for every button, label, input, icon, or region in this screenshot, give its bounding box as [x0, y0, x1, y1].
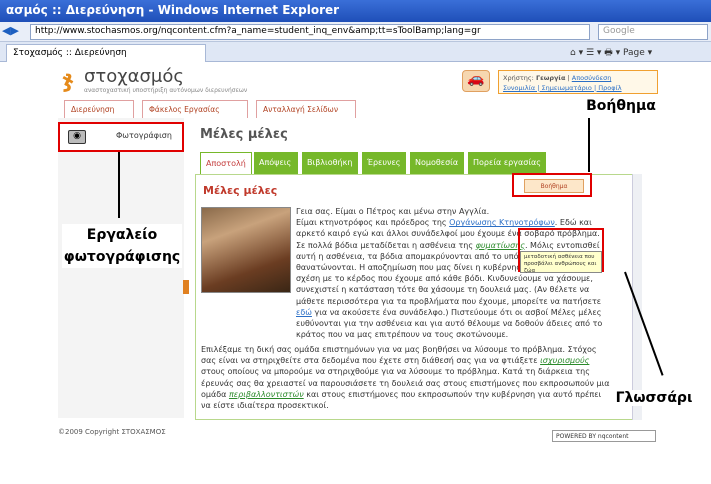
window-title: ασμός :: Διερεύνηση - Windows Internet E… — [6, 3, 340, 17]
powered-by-badge[interactable]: POWERED BY nqcontent — [552, 430, 656, 442]
logo-subtitle: αναστοχαστική υποστήριξη αυτόνομων διερε… — [84, 87, 248, 94]
footer-copyright: ©2009 Copyright ΣΤΟΧΑΣΜΟΣ — [58, 428, 166, 436]
annotation-photo: Εργαλείο φωτογράφισης — [62, 224, 182, 268]
section-title: Μέλες μέλες — [203, 184, 278, 197]
tab-bar: Στοχασμός :: Διερεύνηση ⌂ ▾ ☰ ▾ 🖶 ▾ Page… — [0, 42, 711, 62]
logo-mark-icon: ჯ — [62, 68, 74, 93]
tab-fakelos[interactable]: Φάκελος Εργασίας — [142, 100, 248, 118]
logo-text: στοχασμός — [84, 66, 184, 87]
content-tabs: Αποστολή Απόψεις Βιβλιοθήκη Έρευνες Νομο… — [198, 152, 558, 174]
tab-nomothesia[interactable]: Νομοθεσία — [410, 152, 466, 174]
user-links[interactable]: Συνομιλία | Σημειωματάριο | Προφίλ — [503, 84, 622, 92]
tab-label: Έρευνες — [367, 158, 401, 167]
text: Επιλέξαμε τη δική σας ομάδα επιστημόνων … — [201, 345, 597, 366]
tab-apopseis[interactable]: Απόψεις — [254, 152, 300, 174]
farmer-photo — [201, 207, 291, 293]
top-tabs: Διερεύνηση Φάκελος Εργασίας Ανταλλαγή Σε… — [58, 100, 358, 118]
tab-vivliothiki[interactable]: Βιβλιοθήκη — [302, 152, 360, 174]
tab-label: Φάκελος Εργασίας — [149, 105, 220, 114]
url-field[interactable]: http://www.stochasmos.org/nqcontent.cfm?… — [30, 24, 590, 40]
tab-label: Απόψεις — [259, 158, 292, 167]
search-input[interactable]: Google — [598, 24, 708, 40]
help-button[interactable]: Βοήθημα — [524, 179, 584, 193]
glossary-term[interactable]: περιβαλλοντιστών — [229, 390, 304, 399]
browser-tab[interactable]: Στοχασμός :: Διερεύνηση — [6, 44, 206, 62]
address-bar: ◀▶ http://www.stochasmos.org/nqcontent.c… — [0, 22, 711, 42]
annotation-help: Βοήθημα — [586, 98, 656, 114]
text: Είμαι κτηνοτρόφος και πρόεδρος της — [296, 218, 450, 228]
annotation-photo-line1: Εργαλείο — [86, 227, 158, 243]
user-label: Χρήστης: — [503, 74, 534, 82]
annotation-arrow — [118, 152, 120, 218]
tab-label: Αποστολή — [206, 159, 246, 168]
tab-poreia[interactable]: Πορεία εργασίας — [468, 152, 548, 174]
tab-antallagi[interactable]: Ανταλλαγή Σελίδων — [256, 100, 356, 118]
page-title: Μέλες μέλες — [200, 127, 288, 142]
page-menu[interactable]: Page — [623, 48, 645, 58]
text: για να ακούσετε ένα συνάδελφο.) Πιστεύου… — [296, 307, 603, 340]
command-bar[interactable]: ⌂ ▾ ☰ ▾ 🖶 ▾ Page ▾ — [570, 45, 710, 61]
logout-link[interactable]: Αποσύνδεση — [572, 74, 612, 82]
glossary-tooltip: μεταδοτική ασθένεια που προσβάλει ανθρώπ… — [520, 251, 602, 274]
org-link[interactable]: Οργάνωσης Κτηνοτρόφων — [449, 218, 555, 227]
annotation-arrow — [588, 118, 590, 172]
window-title-bar: ασμός :: Διερεύνηση - Windows Internet E… — [0, 0, 711, 22]
here-link[interactable]: εδώ — [296, 308, 312, 317]
tab-diereunisi[interactable]: Διερεύνηση — [64, 100, 134, 118]
paragraph-2: Επιλέξαμε τη δική σας ομάδα επιστημόνων … — [201, 344, 611, 411]
text: Γεια σας. Είμαι ο Πέτρος και μένω στην Α… — [296, 207, 490, 216]
tab-erevnes[interactable]: Έρευνες — [362, 152, 408, 174]
tab-label: Ανταλλαγή Σελίδων — [263, 105, 339, 114]
paragraph-1: Γεια σας. Είμαι ο Πέτρος και μένω στην Α… — [296, 206, 610, 340]
photo-tool-button[interactable]: ◉ Φωτογράφιση — [58, 122, 184, 152]
user-name: Γεωργία — [535, 74, 566, 82]
back-forward-icon[interactable]: ◀▶ — [2, 24, 28, 40]
user-car-icon: 🚗 — [462, 70, 490, 92]
help-highlight: Βοήθημα — [512, 173, 592, 197]
tab-apostoli[interactable]: Αποστολή — [200, 152, 252, 174]
photo-tool-label: Φωτογράφιση — [116, 131, 172, 140]
tab-label: Πορεία εργασίας — [473, 158, 541, 167]
collapse-handle-icon[interactable] — [183, 280, 189, 294]
user-box: Χρήστης: Γεωργία | Αποσύνδεση Συνομιλία … — [498, 70, 658, 94]
left-panel — [58, 118, 184, 418]
tab-label: Διερεύνηση — [71, 105, 115, 114]
glossary-term[interactable]: ισχυρισμούς — [540, 356, 589, 365]
tab-label: Βιβλιοθήκη — [307, 158, 353, 167]
annotation-glossary: Γλωσσάρι — [614, 390, 694, 406]
camera-icon: ◉ — [68, 130, 86, 144]
site-logo[interactable]: ჯ στοχασμός αναστοχαστική υποστήριξη αυτ… — [62, 66, 262, 96]
annotation-photo-line2: φωτογράφισης — [63, 249, 181, 265]
tab-label: Νομοθεσία — [415, 158, 459, 167]
